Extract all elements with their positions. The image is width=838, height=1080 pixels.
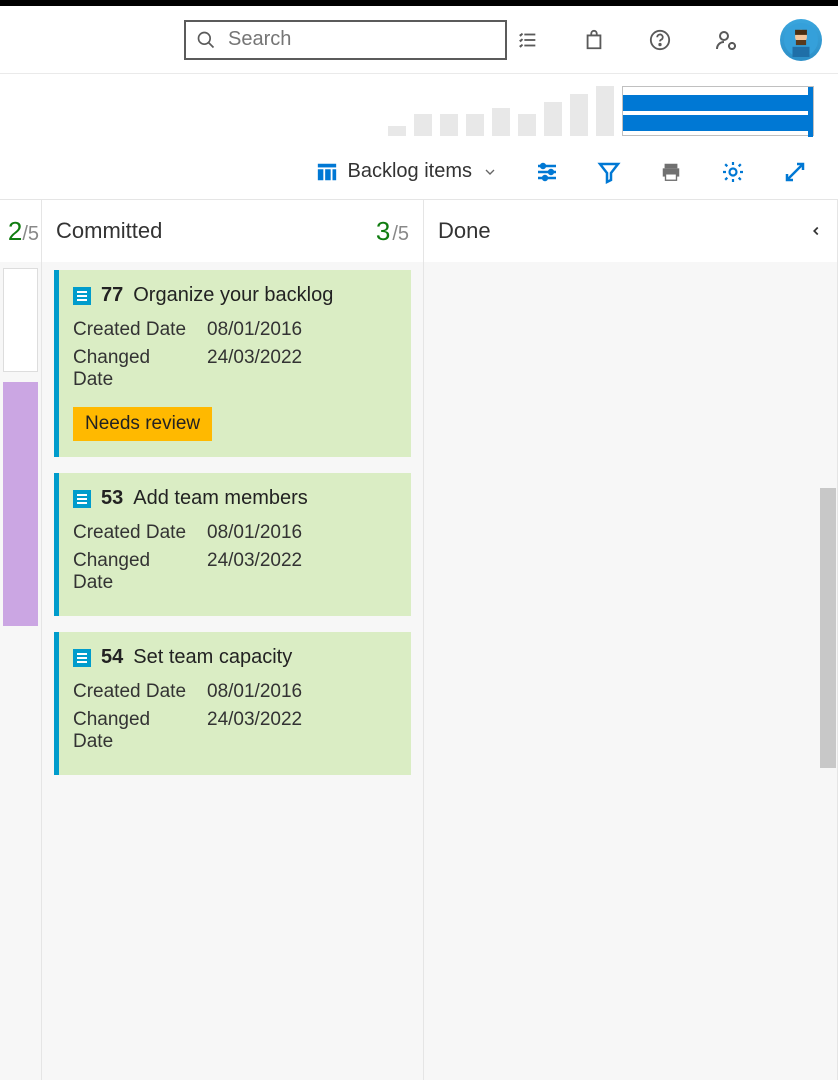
card-sliver-purple[interactable] bbox=[3, 382, 38, 626]
column-done: Done bbox=[424, 200, 838, 1080]
backlog-items-dropdown[interactable]: Backlog items bbox=[316, 160, 499, 183]
backlog-items-label: Backlog items bbox=[348, 160, 473, 183]
work-item-id: 54 bbox=[101, 646, 123, 669]
collapse-column-icon[interactable] bbox=[809, 218, 823, 244]
column-body-left bbox=[0, 262, 41, 1080]
fullscreen-icon[interactable] bbox=[782, 159, 808, 185]
mini-bar-chart bbox=[388, 86, 614, 136]
pbi-icon bbox=[73, 649, 91, 667]
changed-label: Changed Date bbox=[73, 550, 189, 594]
created-value: 08/01/2016 bbox=[207, 319, 302, 341]
search-input[interactable] bbox=[226, 27, 495, 52]
work-item-title: Organize your backlog bbox=[133, 284, 333, 307]
column-committed: Committed 3 /5 77 Organize your backlog … bbox=[42, 200, 424, 1080]
left-count-num: 2 bbox=[8, 216, 22, 246]
committed-count-num: 3 bbox=[376, 216, 390, 247]
created-value: 08/01/2016 bbox=[207, 522, 302, 544]
changed-value: 24/03/2022 bbox=[207, 550, 302, 594]
board-toolbar: Backlog items bbox=[0, 144, 838, 200]
column-body-done[interactable] bbox=[424, 262, 837, 1080]
bar bbox=[440, 114, 458, 136]
column-header-committed: Committed 3 /5 bbox=[42, 200, 423, 262]
gear-icon[interactable] bbox=[720, 159, 746, 185]
backlog-grid-icon bbox=[316, 161, 338, 183]
avatar[interactable] bbox=[780, 19, 822, 61]
app-header bbox=[0, 6, 838, 74]
work-item-card[interactable]: 77 Organize your backlog Created Date 08/… bbox=[54, 270, 411, 457]
created-label: Created Date bbox=[73, 681, 189, 703]
shopping-bag-icon[interactable] bbox=[582, 28, 606, 52]
created-label: Created Date bbox=[73, 319, 189, 341]
column-title-committed: Committed bbox=[56, 218, 162, 244]
vertical-scrollbar[interactable] bbox=[820, 488, 836, 768]
burndown-chart[interactable] bbox=[622, 86, 814, 136]
work-item-card[interactable]: 53 Add team members Created Date 08/01/20… bbox=[54, 473, 411, 616]
created-value: 08/01/2016 bbox=[207, 681, 302, 703]
changed-label: Changed Date bbox=[73, 347, 189, 391]
settings-sliders-icon[interactable] bbox=[534, 159, 560, 185]
created-label: Created Date bbox=[73, 522, 189, 544]
bar bbox=[544, 102, 562, 136]
help-icon[interactable] bbox=[648, 28, 672, 52]
work-item-card[interactable]: 54 Set team capacity Created Date 08/01/2… bbox=[54, 632, 411, 775]
changed-value: 24/03/2022 bbox=[207, 347, 302, 391]
filter-icon[interactable] bbox=[596, 159, 622, 185]
bar bbox=[518, 114, 536, 136]
bar bbox=[388, 126, 406, 136]
work-item-id: 77 bbox=[101, 284, 123, 307]
column-partial-left: 2/5 bbox=[0, 200, 42, 1080]
print-icon[interactable] bbox=[658, 159, 684, 185]
user-settings-icon[interactable] bbox=[714, 28, 738, 52]
left-count-den: /5 bbox=[22, 223, 39, 245]
bar bbox=[492, 108, 510, 136]
column-header-done: Done bbox=[424, 200, 837, 262]
kanban-board: 2/5 Committed 3 /5 77 Organize your back… bbox=[0, 200, 838, 1080]
header-actions bbox=[516, 19, 822, 61]
tag-needs-review[interactable]: Needs review bbox=[73, 407, 212, 441]
pbi-icon bbox=[73, 490, 91, 508]
bar bbox=[596, 86, 614, 136]
bar bbox=[570, 94, 588, 136]
list-icon[interactable] bbox=[516, 28, 540, 52]
search-box[interactable] bbox=[184, 20, 507, 60]
committed-count-den: /5 bbox=[392, 223, 409, 246]
work-item-title: Add team members bbox=[133, 487, 308, 510]
card-sliver[interactable] bbox=[3, 268, 38, 372]
chart-row bbox=[0, 74, 838, 144]
column-title-done: Done bbox=[438, 218, 491, 244]
search-icon bbox=[196, 30, 216, 50]
bar bbox=[466, 114, 484, 136]
chevron-down-icon bbox=[482, 164, 498, 180]
column-header-left: 2/5 bbox=[0, 200, 41, 262]
work-item-title: Set team capacity bbox=[133, 646, 292, 669]
column-body-committed[interactable]: 77 Organize your backlog Created Date 08/… bbox=[42, 262, 423, 1080]
work-item-id: 53 bbox=[101, 487, 123, 510]
bar bbox=[414, 114, 432, 136]
changed-value: 24/03/2022 bbox=[207, 709, 302, 753]
pbi-icon bbox=[73, 287, 91, 305]
changed-label: Changed Date bbox=[73, 709, 189, 753]
